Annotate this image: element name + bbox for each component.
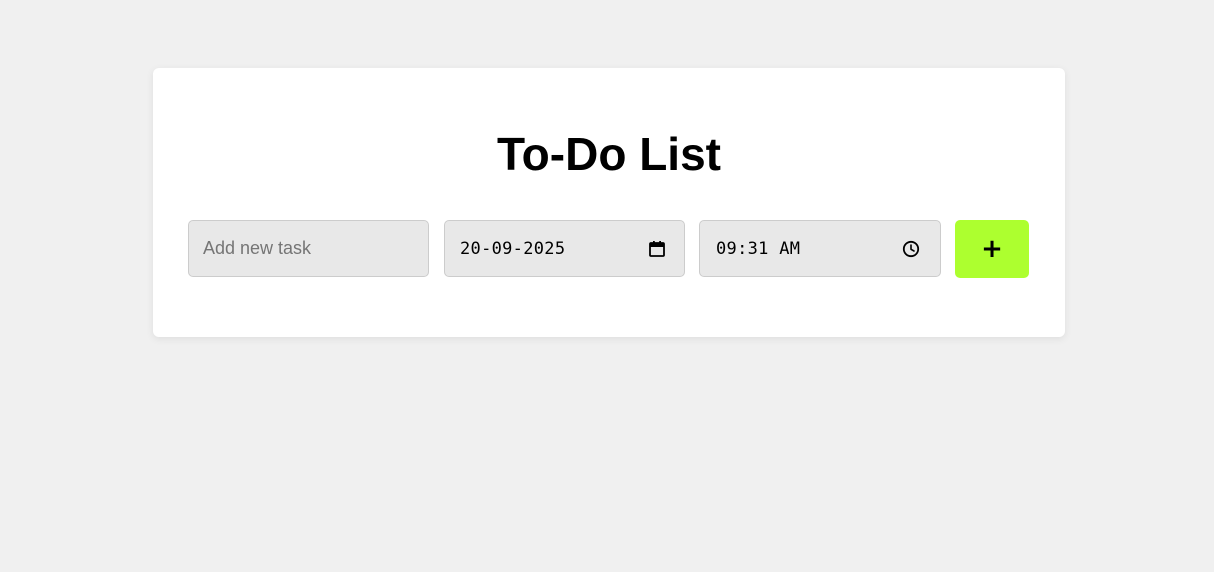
calendar-icon[interactable] bbox=[648, 240, 666, 258]
plus-icon: + bbox=[981, 234, 1003, 264]
clock-icon[interactable] bbox=[902, 240, 920, 258]
date-input[interactable]: 20-09-2025 bbox=[444, 220, 685, 277]
task-input-wrapper[interactable] bbox=[188, 220, 429, 277]
time-input[interactable]: 09:31 AM bbox=[699, 220, 941, 277]
task-input[interactable] bbox=[203, 238, 428, 259]
todo-card: To-Do List 20-09-2025 09:31 AM + bbox=[153, 68, 1065, 337]
time-value: 09:31 AM bbox=[716, 238, 801, 259]
page-title: To-Do List bbox=[497, 128, 721, 180]
add-task-button[interactable]: + bbox=[955, 220, 1029, 278]
date-value: 20-09-2025 bbox=[460, 238, 566, 259]
